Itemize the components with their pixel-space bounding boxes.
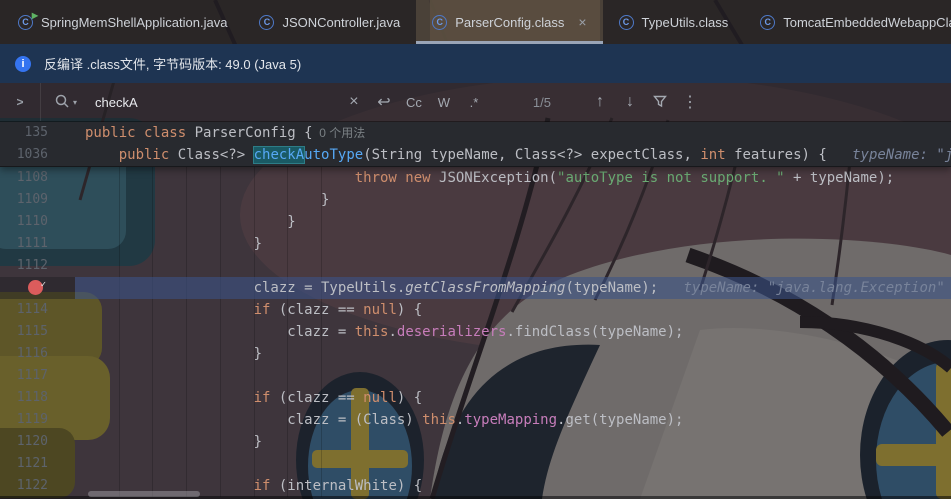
tab-close-icon[interactable]: × bbox=[578, 15, 586, 29]
code-line-text[interactable]: public class ParserConfig { 0 个用法 bbox=[75, 122, 951, 144]
code-line-text[interactable] bbox=[75, 453, 951, 475]
words-toggle[interactable]: W bbox=[432, 95, 456, 110]
next-match-button[interactable]: ↓ bbox=[618, 93, 642, 111]
code-line-text[interactable]: } bbox=[75, 343, 951, 365]
editor-tab-bar: C ▶ SpringMemShellApplication.java C JSONCon… bbox=[0, 0, 951, 44]
regex-toggle[interactable]: .* bbox=[462, 95, 486, 110]
editor-body: 1108 throw new JSONException("autoType i… bbox=[0, 167, 951, 497]
java-class-icon: C bbox=[618, 14, 634, 30]
line-number[interactable]: 135 bbox=[0, 122, 75, 144]
code-line: 1118 if (clazz == null) { bbox=[0, 387, 951, 409]
line-number[interactable]: 1111 bbox=[0, 233, 75, 255]
line-number[interactable]: 1108 bbox=[0, 167, 75, 189]
java-class-icon: C ▶ bbox=[18, 11, 38, 30]
line-number[interactable]: 1116 bbox=[0, 343, 75, 365]
code-line: 1110 } bbox=[0, 211, 951, 233]
line-number[interactable]: 1119 bbox=[0, 409, 75, 431]
horizontal-scrollbar[interactable] bbox=[88, 491, 200, 497]
code-line-text[interactable]: } bbox=[75, 233, 951, 255]
filter-icon[interactable] bbox=[648, 94, 672, 111]
tab-typeutils-class[interactable]: C TypeUtils.class bbox=[603, 0, 745, 44]
tab-label: TypeUtils.class bbox=[641, 14, 729, 30]
java-class-icon: C bbox=[432, 14, 448, 30]
line-number[interactable]: 1117 bbox=[0, 365, 75, 387]
line-number[interactable]: 1036 bbox=[0, 144, 75, 166]
java-class-icon: C bbox=[259, 14, 275, 30]
line-number[interactable]: 1109 bbox=[0, 189, 75, 211]
line-number[interactable]: 1120 bbox=[0, 431, 75, 453]
tab-label: TomcatEmbeddedWebappCla bbox=[783, 14, 951, 30]
tab-parserconfig-class[interactable]: C ParserConfig.class × bbox=[416, 0, 603, 44]
search-field[interactable]: ▾ checkA bbox=[40, 83, 138, 121]
code-line: 1036 public Class<?> checkAutoType(Strin… bbox=[0, 144, 951, 166]
previous-match-button[interactable]: ↑ bbox=[588, 93, 612, 111]
code-line-text[interactable] bbox=[75, 255, 951, 277]
ide-window: C ▶ SpringMemShellApplication.java C JSONCon… bbox=[0, 0, 951, 499]
line-number[interactable]: ✓ bbox=[0, 277, 75, 299]
match-case-toggle[interactable]: Cc bbox=[402, 95, 426, 110]
expand-search-chevron-icon[interactable]: > bbox=[0, 95, 40, 109]
code-line-text[interactable]: if (clazz == null) { bbox=[75, 387, 951, 409]
tab-tomcatembeddedwebappcla[interactable]: C TomcatEmbeddedWebappCla bbox=[744, 0, 951, 44]
search-history-caret-icon[interactable]: ▾ bbox=[73, 98, 77, 107]
decompile-notification-bar: i 反编译 .class文件, 字节码版本: 49.0 (Java 5) bbox=[0, 44, 951, 83]
code-line-text[interactable]: } bbox=[75, 189, 951, 211]
clear-search-button[interactable]: × bbox=[342, 93, 366, 111]
notification-text: 反编译 .class文件, 字节码版本: 49.0 (Java 5) bbox=[44, 57, 302, 72]
line-number[interactable]: 1112 bbox=[0, 255, 75, 277]
sticky-context-lines: 135 public class ParserConfig { 0 个用法 1036… bbox=[0, 122, 951, 167]
code-line: 135 public class ParserConfig { 0 个用法 bbox=[0, 122, 951, 144]
code-line-text[interactable]: } bbox=[75, 431, 951, 453]
code-line: 1120 } bbox=[0, 431, 951, 453]
java-class-icon: C bbox=[760, 14, 776, 30]
code-line: 1117 bbox=[0, 365, 951, 387]
tab-label: ParserConfig.class bbox=[455, 14, 565, 30]
code-line: 1115 clazz = this.deserializers.findClas… bbox=[0, 321, 951, 343]
more-options-kebab-icon[interactable]: ⋮ bbox=[678, 92, 702, 112]
code-line-text[interactable]: if (internalWhite) { bbox=[75, 475, 951, 497]
code-line-text[interactable]: } bbox=[75, 211, 951, 233]
code-editor: 135 public class ParserConfig { 0 个用法 1036… bbox=[0, 122, 951, 499]
code-line-text[interactable]: if (clazz == null) { bbox=[75, 299, 951, 321]
tab-label: SpringMemShellApplication.java bbox=[41, 14, 228, 30]
code-line: 1119 clazz = (Class) this.typeMapping.ge… bbox=[0, 409, 951, 431]
tab-label: JSONController.java bbox=[282, 14, 401, 30]
code-line: 1108 throw new JSONException("autoType i… bbox=[0, 167, 951, 189]
breakpoint-icon[interactable]: ✓ bbox=[28, 280, 46, 295]
code-line: 1112 bbox=[0, 255, 951, 277]
tab-springmemshellapplication-java[interactable]: C ▶ SpringMemShellApplication.java bbox=[2, 0, 243, 44]
code-line: 1109 } bbox=[0, 189, 951, 211]
code-line: 1114 if (clazz == null) { bbox=[0, 299, 951, 321]
line-number[interactable]: 1118 bbox=[0, 387, 75, 409]
code-line-text[interactable]: public Class<?> checkAutoType(String typ… bbox=[75, 144, 951, 166]
code-line-text[interactable]: clazz = TypeUtils.getClassFromMapping(ty… bbox=[75, 277, 951, 299]
search-query-input[interactable]: checkA bbox=[95, 95, 138, 110]
code-line-text[interactable]: clazz = this.deserializers.findClass(typ… bbox=[75, 321, 951, 343]
line-number[interactable]: 1110 bbox=[0, 211, 75, 233]
line-number[interactable]: 1115 bbox=[0, 321, 75, 343]
line-number[interactable]: 1121 bbox=[0, 453, 75, 475]
breakpoint-verified-check: ✓ bbox=[40, 280, 46, 290]
code-line-text[interactable]: throw new JSONException("autoType is not… bbox=[75, 167, 951, 189]
code-line: 1111 } bbox=[0, 233, 951, 255]
search-bar: > ▾ checkA × ↩ Cc W .* 1/5 ↑ ↓ ⋮ bbox=[0, 83, 951, 122]
code-line: 1116 } bbox=[0, 343, 951, 365]
newline-search-button[interactable]: ↩ bbox=[372, 92, 396, 112]
match-count-label: 1/5 bbox=[532, 94, 551, 110]
code-line-text[interactable] bbox=[75, 365, 951, 387]
code-line-text[interactable]: clazz = (Class) this.typeMapping.get(typ… bbox=[75, 409, 951, 431]
search-icon[interactable] bbox=[55, 94, 69, 111]
tab-jsoncontroller-java[interactable]: C JSONController.java bbox=[243, 0, 416, 44]
run-overlay-icon: ▶ bbox=[31, 10, 38, 20]
line-number[interactable]: 1114 bbox=[0, 299, 75, 321]
code-line: ✓ clazz = TypeUtils.getClassFromMapping(… bbox=[0, 277, 951, 299]
info-icon: i bbox=[15, 55, 31, 72]
code-line: 1121 bbox=[0, 453, 951, 475]
line-number[interactable]: 1122 bbox=[0, 475, 75, 497]
